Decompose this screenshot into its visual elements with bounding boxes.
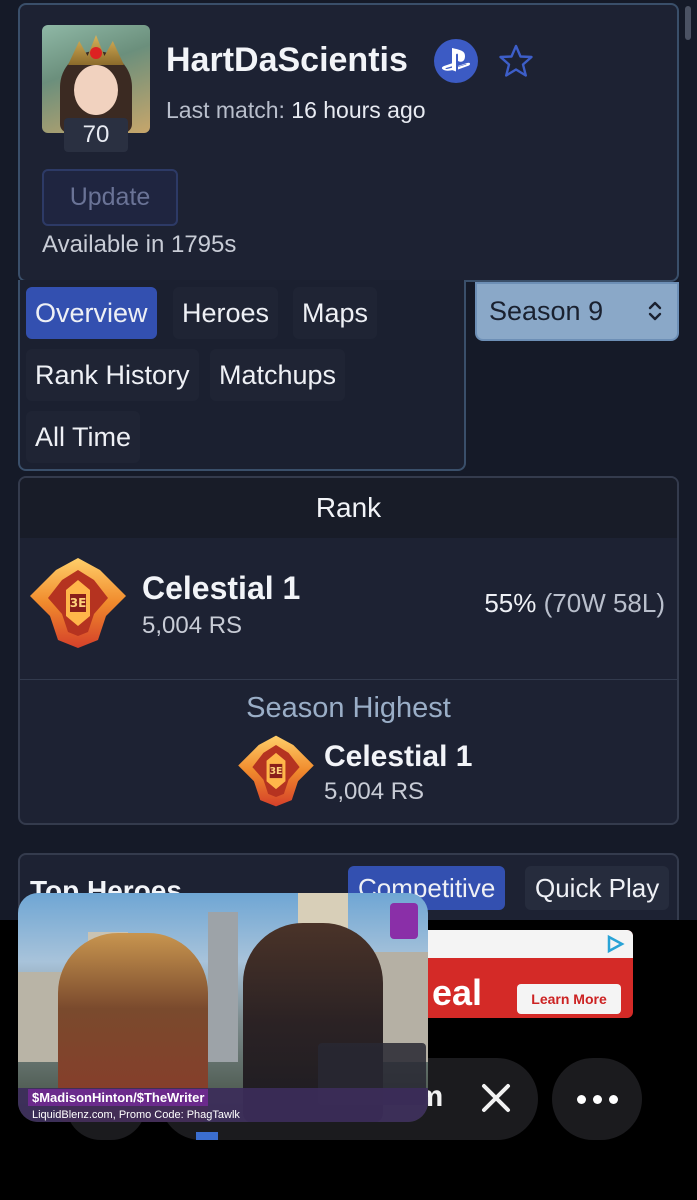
- svg-text:3E: 3E: [269, 766, 282, 777]
- profile-card: 70 HartDaScientis Last match: 16 hours a…: [18, 3, 679, 282]
- level-badge: 70: [64, 118, 128, 152]
- scrollbar[interactable]: [685, 6, 691, 40]
- winrate-record: (70W 58L): [543, 588, 665, 618]
- divider: [20, 679, 677, 680]
- celestial-rank-icon-highest: 3E: [238, 735, 314, 807]
- chevron-updown-icon: [648, 301, 662, 321]
- winrate-percent: 55%: [484, 588, 537, 618]
- highest-rank-rs: 5,004 RS: [324, 778, 425, 805]
- last-match-label: Last match:: [166, 97, 285, 123]
- avatar: [42, 25, 150, 133]
- ad-choices-icon[interactable]: [605, 934, 625, 954]
- season-select-value: Season 9: [489, 296, 604, 326]
- video-pip[interactable]: $MadisonHinton/$TheWriter LiquidBlenz.co…: [18, 893, 428, 1122]
- ad-text: eal: [432, 972, 483, 1013]
- highest-rank-name: Celestial 1: [324, 740, 473, 773]
- update-button[interactable]: Update: [42, 169, 178, 226]
- svg-text:3E: 3E: [70, 596, 87, 610]
- ad-banner[interactable]: eal Learn More: [412, 930, 633, 1018]
- video-caption-handles: $MadisonHinton/$TheWriter: [28, 1089, 209, 1106]
- tab-quick-play[interactable]: Quick Play: [525, 866, 670, 910]
- last-match: Last match: 16 hours ago: [166, 97, 426, 124]
- season-select[interactable]: Season 9: [475, 282, 679, 341]
- more-options-button[interactable]: [552, 1058, 642, 1140]
- channel-logo: [390, 903, 418, 939]
- tab-rank-history[interactable]: Rank History: [26, 349, 199, 401]
- star-icon[interactable]: [498, 43, 534, 79]
- ad-learn-more-button[interactable]: Learn More: [517, 984, 621, 1014]
- close-icon[interactable]: [474, 1076, 518, 1120]
- video-caption-promo: LiquidBlenz.com, Promo Code: PhagTawlk: [32, 1109, 240, 1121]
- progress-bar: [196, 1132, 218, 1140]
- playstation-icon: [434, 39, 478, 83]
- current-rank-rs: 5,004 RS: [142, 612, 243, 639]
- player-name: HartDaScientis: [166, 41, 408, 79]
- season-highest-label: Season Highest: [246, 692, 451, 724]
- tab-overview[interactable]: Overview: [26, 287, 157, 339]
- celestial-rank-icon: 3E: [30, 558, 126, 648]
- tabs-panel: Overview Heroes Maps Rank History Matchu…: [18, 280, 466, 471]
- tab-matchups[interactable]: Matchups: [210, 349, 346, 401]
- update-availability: Available in 1795s: [42, 231, 237, 258]
- current-rank-name: Celestial 1: [142, 570, 301, 606]
- winrate: 55% (70W 58L): [484, 588, 665, 619]
- tab-heroes[interactable]: Heroes: [173, 287, 279, 339]
- tab-maps[interactable]: Maps: [293, 287, 378, 339]
- rank-header: Rank: [20, 478, 677, 538]
- rank-card: Rank 3E Celestial 1 5,004 RS 55% (70W 58…: [18, 476, 679, 825]
- tab-all-time[interactable]: All Time: [26, 411, 141, 463]
- last-match-value: 16 hours ago: [291, 97, 426, 123]
